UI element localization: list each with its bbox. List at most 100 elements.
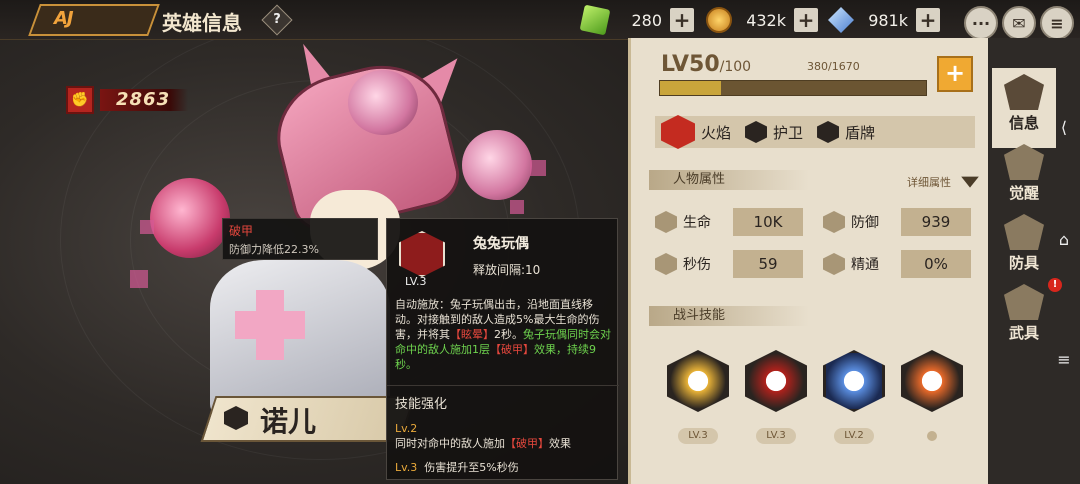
attr-defense-label: 防御 bbox=[851, 215, 879, 231]
enhance-lv3-label: Lv.3 bbox=[395, 461, 418, 474]
coin-count: 432k bbox=[746, 10, 786, 30]
enhance-lv3-text: 伤害提升至5%秒伤 bbox=[424, 461, 519, 474]
tag-fire: 火焰 bbox=[701, 123, 732, 142]
skill-4-locked-dot bbox=[927, 431, 937, 441]
tab-weapon[interactable]: 武具 ! bbox=[992, 278, 1062, 358]
skill-tooltip-description: 自动施放：兔子玩偶出击，沿地面直线移动。对接触到的敌人造成5%最大生命的伤害，并… bbox=[395, 297, 613, 372]
page-title: 英雄信息 bbox=[162, 11, 242, 35]
skill-desc-break: 【破甲】 bbox=[490, 343, 534, 356]
combat-power: ✊ 2863 bbox=[66, 86, 189, 114]
tab-awaken-label: 觉醒 bbox=[1008, 184, 1039, 202]
skill-1-level: LV.3 bbox=[678, 428, 718, 444]
back-logo-icon[interactable]: AJ bbox=[54, 8, 74, 29]
dps-icon bbox=[655, 253, 677, 275]
notification-badge: ! bbox=[1048, 278, 1062, 292]
side-tab-bar: 信息 觉醒 防具 武具 ! bbox=[988, 38, 1080, 484]
tab-weapon-label: 武具 bbox=[1008, 324, 1039, 342]
bunny-orb bbox=[150, 178, 230, 258]
skill-slot-4[interactable] bbox=[901, 350, 963, 412]
tag-shield: 盾牌 bbox=[845, 123, 876, 142]
skill-3-level: LV.2 bbox=[834, 428, 874, 444]
skill-tooltip-level: LV.3 bbox=[405, 275, 427, 288]
pixel-decoration bbox=[140, 220, 154, 234]
hero-level-max: /100 bbox=[719, 59, 752, 75]
weapon-icon bbox=[1004, 284, 1044, 320]
system-home-icon[interactable]: ⌂ bbox=[1052, 228, 1076, 252]
skill-tooltip: LV.3 兔兔玩偶 释放间隔:10 自动施放：兔子玩偶出击，沿地面直线移动。对接… bbox=[386, 218, 619, 480]
debuff-description: 防御力降低22.3% bbox=[229, 243, 319, 256]
hero-level-value: LV50 bbox=[661, 52, 720, 77]
skill-desc-stun-duration: 2秒。 bbox=[494, 328, 523, 341]
shield-icon bbox=[817, 121, 840, 143]
tab-info[interactable]: 信息 bbox=[992, 68, 1056, 148]
combat-power-value: 2863 bbox=[100, 89, 189, 111]
add-crystals-button[interactable]: + bbox=[916, 8, 940, 32]
hero-info-panel: LV50/100 380/1670 + 火焰 护卫 盾牌 人物属性 详细属性 生… bbox=[628, 38, 988, 484]
level-up-button[interactable]: + bbox=[937, 56, 973, 92]
back-button[interactable] bbox=[28, 4, 160, 36]
debuff-tooltip: 破甲 防御力降低22.3% bbox=[222, 218, 378, 260]
attr-dps-value: 59 bbox=[733, 250, 803, 278]
divider bbox=[387, 385, 619, 386]
fist-icon: ✊ bbox=[66, 86, 94, 114]
resource-coins: 432k + bbox=[706, 5, 818, 35]
add-coins-button[interactable]: + bbox=[794, 8, 818, 32]
skill-tooltip-cooldown: 释放间隔:10 bbox=[473, 263, 541, 277]
enhance-lv2-break: 【破甲】 bbox=[505, 437, 549, 450]
skill-enhance-lv2: Lv.2 同时对命中的敌人施加【破甲】效果 bbox=[395, 421, 613, 451]
system-recents-icon[interactable]: ≡ bbox=[1052, 348, 1076, 372]
attr-hp: 生命 10K bbox=[655, 208, 803, 236]
pixel-decoration bbox=[530, 160, 546, 176]
defense-icon bbox=[823, 211, 845, 233]
hero-tags: 火焰 护卫 盾牌 bbox=[655, 115, 975, 149]
resource-gems: 280 + bbox=[579, 4, 694, 36]
attributes-section-title: 人物属性 bbox=[649, 170, 809, 190]
attr-dps: 秒伤 59 bbox=[655, 250, 803, 278]
debuff-title: 破甲 bbox=[229, 224, 254, 238]
menu-icon[interactable]: ≡ bbox=[1040, 6, 1074, 40]
tab-armor-label: 防具 bbox=[1008, 254, 1039, 272]
tag-guardian: 护卫 bbox=[773, 123, 804, 142]
bunny-doll-skill-icon bbox=[399, 231, 445, 277]
fire-icon bbox=[661, 115, 695, 149]
attr-mastery: 精通 0% bbox=[823, 250, 971, 278]
enhance-lv2-label: Lv.2 bbox=[395, 422, 418, 435]
attr-hp-label: 生命 bbox=[683, 215, 711, 231]
attr-defense-value: 939 bbox=[901, 208, 971, 236]
attr-hp-value: 10K bbox=[733, 208, 803, 236]
guardian-icon bbox=[745, 121, 768, 143]
tab-armor[interactable]: 防具 bbox=[992, 208, 1056, 288]
pixel-decoration bbox=[510, 200, 524, 214]
crystal-count: 981k bbox=[868, 10, 908, 30]
pixel-decoration bbox=[130, 270, 148, 288]
skill-2-level: LV.3 bbox=[756, 428, 796, 444]
armor-icon bbox=[1004, 214, 1044, 250]
skill-slot-1[interactable] bbox=[667, 350, 729, 412]
tab-awaken[interactable]: 觉醒 bbox=[992, 138, 1056, 218]
enhance-lv2-end: 效果 bbox=[549, 437, 571, 450]
mail-icon[interactable]: ✉ bbox=[1002, 6, 1036, 40]
attr-mastery-label: 精通 bbox=[851, 257, 879, 273]
hero-level: LV50/100 bbox=[661, 52, 751, 77]
skill-slot-3[interactable] bbox=[823, 350, 885, 412]
enhance-lv2-text: 同时对命中的敌人施加 bbox=[395, 437, 505, 450]
crystal-icon bbox=[828, 7, 854, 33]
system-back-icon[interactable]: ⟨ bbox=[1052, 116, 1076, 140]
hero-name: 诺儿 bbox=[260, 405, 317, 438]
bunny-orb bbox=[348, 70, 418, 135]
hero-exp: 380/1670 bbox=[807, 60, 860, 73]
tab-info-label: 信息 bbox=[1008, 114, 1039, 132]
skill-slot-2[interactable] bbox=[745, 350, 807, 412]
book-icon bbox=[1004, 74, 1044, 110]
coin-icon bbox=[706, 7, 732, 33]
bunny-orb bbox=[462, 130, 532, 200]
gem-count: 280 bbox=[631, 10, 662, 30]
skill-desc-stun: 【眩晕】 bbox=[450, 328, 494, 341]
help-icon-glyph: ? bbox=[273, 12, 281, 27]
add-gems-button[interactable]: + bbox=[670, 8, 694, 32]
attr-dps-label: 秒伤 bbox=[683, 257, 711, 273]
detail-attributes-link[interactable]: 详细属性 bbox=[907, 174, 951, 190]
attr-mastery-value: 0% bbox=[901, 250, 971, 278]
chevron-down-icon[interactable] bbox=[961, 176, 979, 188]
chat-icon[interactable]: ··· bbox=[964, 6, 998, 40]
